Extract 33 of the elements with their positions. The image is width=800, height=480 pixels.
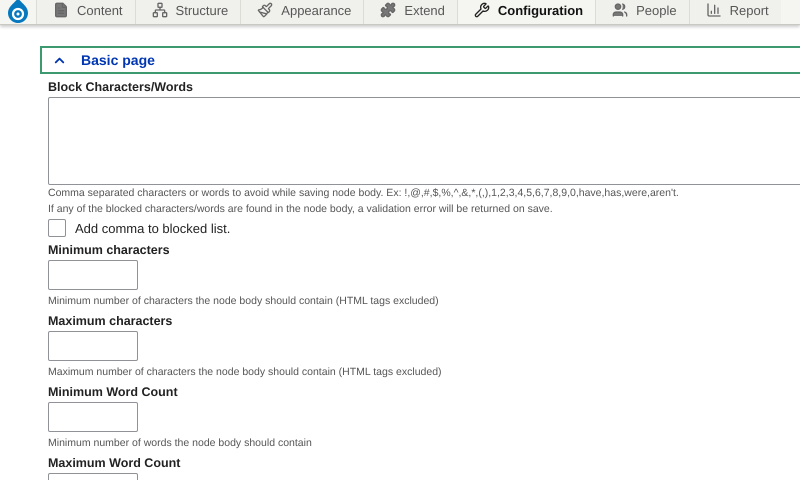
- section-header[interactable]: Basic page: [40, 46, 800, 74]
- number-field[interactable]: [48, 331, 138, 361]
- field-label: Maximum characters: [48, 314, 174, 328]
- field-description: If any of the blocked characters/words are found in the node body, a validation error will be returned on save.: [48, 202, 554, 217]
- people-icon: [612, 2, 628, 18]
- field-description: Maximum number of characters the node body should contain (HTML tags excluded): [48, 365, 443, 380]
- field-description: Comma separated characters or words to avoid while saving node body. Ex: !,@,#,$,%,^,&,*,(,),1,2,3,4,5,6,7,8,9,0,have,has,were,aren't.: [48, 186, 680, 201]
- toolbar-tab[interactable]: People: [595, 0, 689, 24]
- toolbar-tab[interactable]: Content: [36, 0, 135, 24]
- hierarchy-icon: [152, 2, 168, 18]
- toolbar-tab[interactable]: Extend: [363, 0, 457, 24]
- field-label: Block Characters/Words: [48, 80, 194, 94]
- field-label: Maximum Word Count: [48, 456, 182, 470]
- wrench-icon: [474, 2, 490, 18]
- field-label: Minimum characters: [48, 243, 171, 257]
- puzzle-icon: [380, 2, 396, 18]
- brush-icon: [257, 2, 274, 18]
- field-description: Minimum number of characters the node body should contain (HTML tags excluded): [48, 294, 440, 309]
- toolbar-tab[interactable]: Structure: [134, 0, 240, 24]
- blocked-words-field[interactable]: [48, 97, 800, 185]
- field-label: Minimum Word Count: [48, 385, 179, 399]
- checkbox-label: Add comma to blocked list.: [75, 220, 230, 236]
- section-title: Basic page: [81, 52, 155, 68]
- drop-logo-icon[interactable]: [7, 0, 29, 23]
- toolbar-tab[interactable]: Report: [688, 0, 781, 24]
- toolbar-tab[interactable]: Configuration: [456, 0, 596, 24]
- field-description: Minimum number of words the node body should contain: [48, 436, 313, 451]
- number-field[interactable]: [48, 402, 138, 432]
- toolbar-tab[interactable]: Appearance: [240, 0, 364, 24]
- checkbox[interactable]: [48, 219, 66, 237]
- number-field[interactable]: [48, 260, 138, 290]
- bar-chart-icon: [706, 2, 722, 18]
- document-icon: [53, 2, 69, 18]
